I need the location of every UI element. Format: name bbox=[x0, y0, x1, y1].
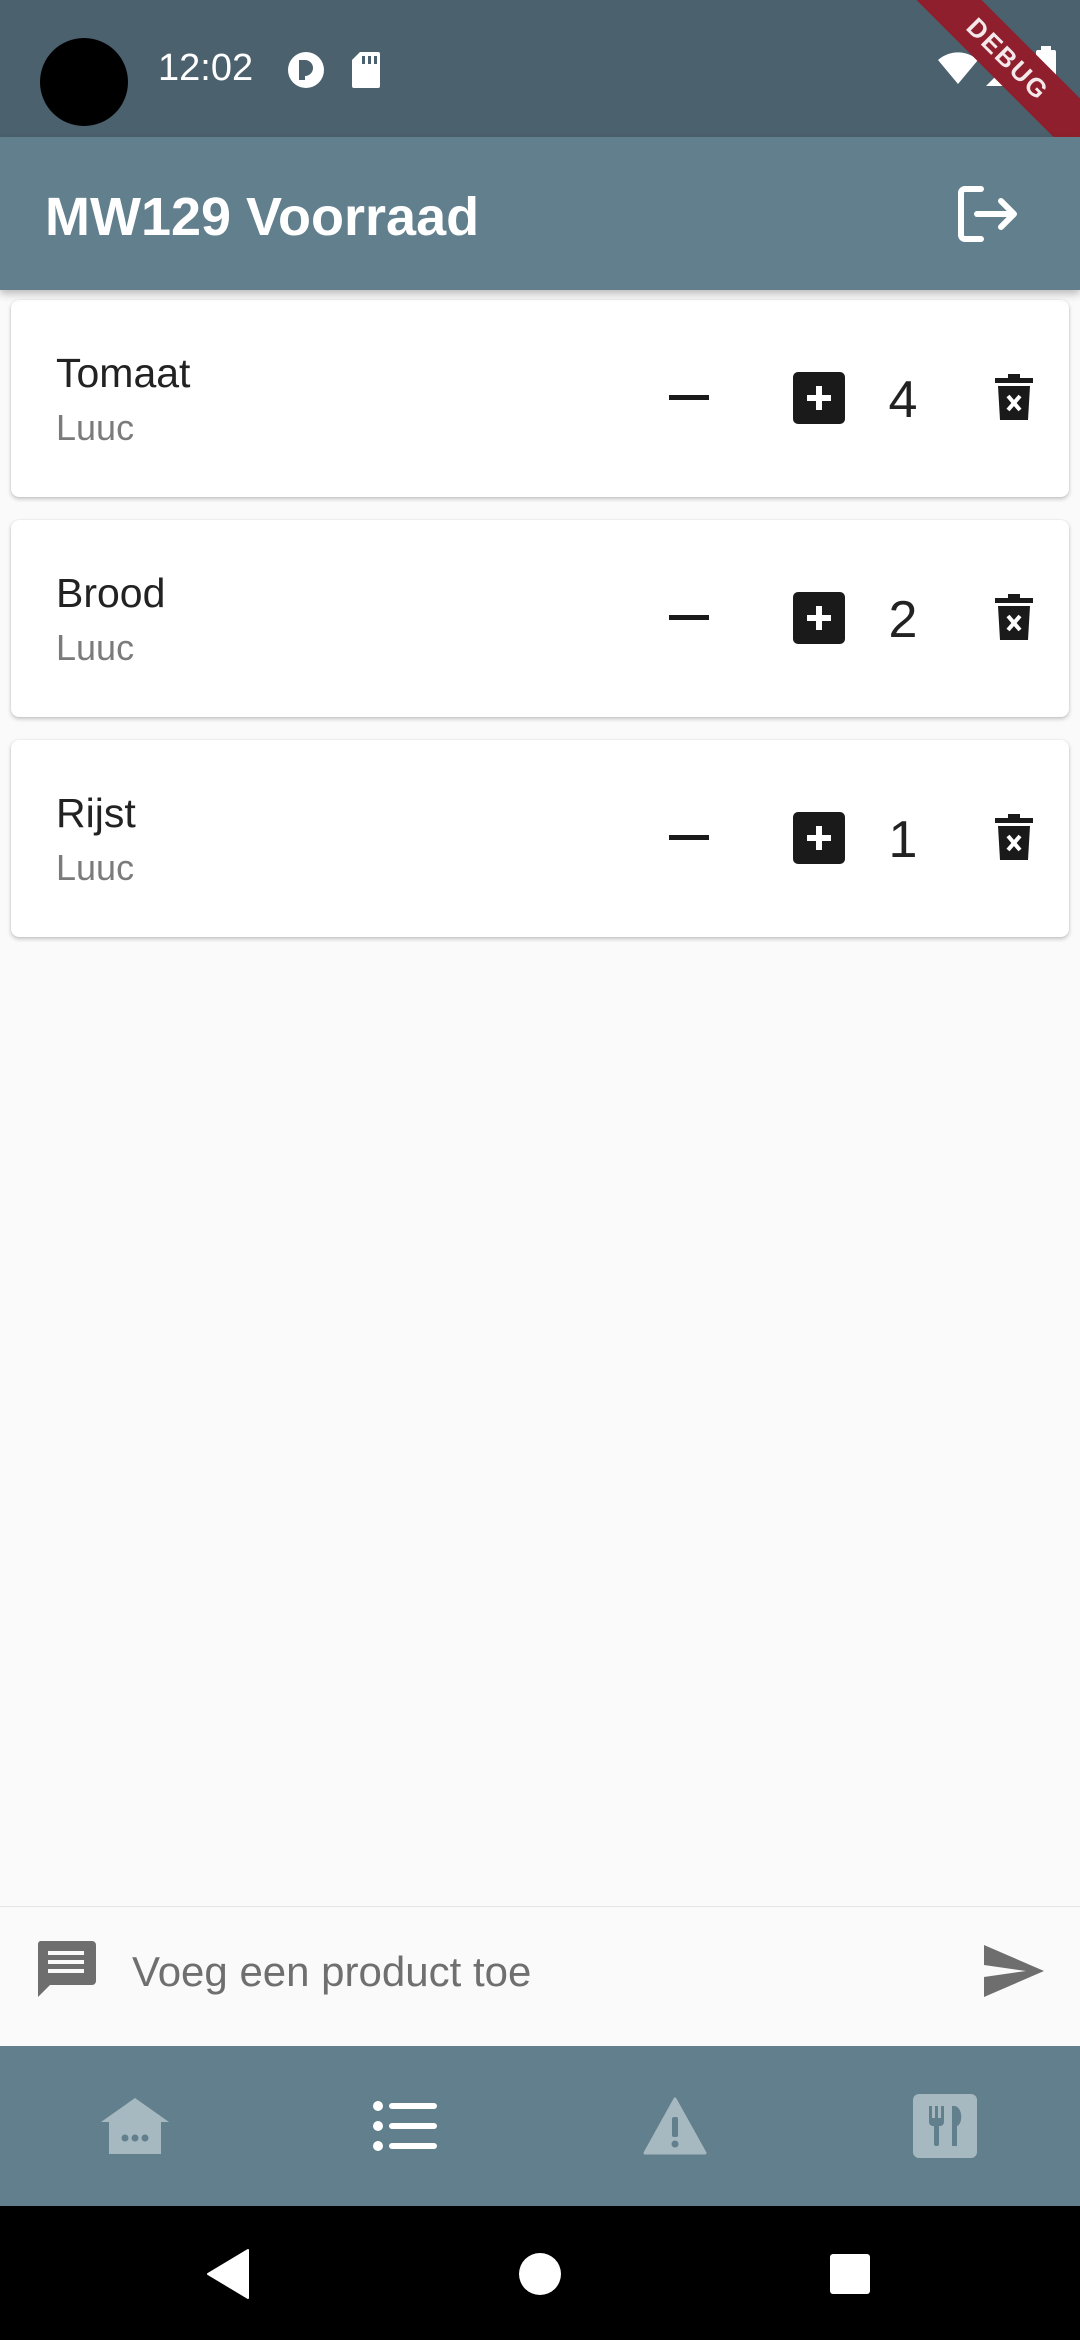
product-owner: Luuc bbox=[56, 627, 135, 668]
restaurant-icon bbox=[913, 2094, 977, 2158]
product-name: Tomaat bbox=[56, 350, 191, 396]
product-name: Brood bbox=[56, 570, 166, 616]
list-icon bbox=[373, 2101, 437, 2151]
product-name: Rijst bbox=[56, 790, 136, 836]
minus-icon bbox=[669, 615, 709, 620]
status-bar: 12:02 DEBUG bbox=[0, 0, 1080, 137]
increment-button[interactable] bbox=[781, 588, 857, 648]
message-icon bbox=[37, 1941, 96, 1997]
bottom-navigation bbox=[0, 2046, 1080, 2206]
delete-button[interactable] bbox=[981, 582, 1047, 654]
delete-button[interactable] bbox=[981, 802, 1047, 874]
minus-icon bbox=[669, 395, 709, 400]
page-title: MW129 Voorraad bbox=[45, 187, 480, 247]
decrement-button[interactable] bbox=[651, 588, 727, 648]
product-owner: Luuc bbox=[56, 847, 135, 888]
send-icon bbox=[984, 1945, 1044, 1997]
add-product-input[interactable] bbox=[132, 1937, 952, 2007]
back-icon bbox=[207, 2249, 249, 2299]
send-button[interactable] bbox=[978, 1935, 1050, 2007]
trash-icon bbox=[995, 594, 1033, 640]
add-product-composer bbox=[0, 1906, 1080, 2046]
logout-icon bbox=[958, 186, 1017, 242]
nav-item-list[interactable] bbox=[270, 2046, 540, 2206]
product-owner: Luuc bbox=[56, 407, 135, 448]
plus-box-icon bbox=[793, 812, 845, 864]
pin-icon bbox=[286, 50, 326, 95]
trash-icon bbox=[995, 814, 1033, 860]
trash-icon bbox=[995, 374, 1033, 420]
decrement-button[interactable] bbox=[651, 368, 727, 428]
system-navigation-bar bbox=[0, 2206, 1080, 2340]
plus-box-icon bbox=[793, 372, 845, 424]
system-recents-button[interactable] bbox=[818, 2242, 882, 2306]
logout-button[interactable] bbox=[950, 175, 1028, 253]
decrement-button[interactable] bbox=[651, 808, 727, 868]
house-icon bbox=[101, 2098, 169, 2154]
nav-item-warnings[interactable] bbox=[540, 2046, 810, 2206]
warning-icon bbox=[643, 2097, 707, 2155]
list-item: Tomaat Luuc 4 bbox=[11, 300, 1069, 497]
plus-box-icon bbox=[793, 592, 845, 644]
list-item: Brood Luuc 2 bbox=[11, 520, 1069, 717]
quantity-value: 2 bbox=[888, 591, 918, 649]
system-back-button[interactable] bbox=[198, 2242, 262, 2306]
increment-button[interactable] bbox=[781, 808, 857, 868]
quantity-value: 4 bbox=[888, 371, 918, 429]
list-item: Rijst Luuc 1 bbox=[11, 740, 1069, 937]
nav-item-meals[interactable] bbox=[810, 2046, 1080, 2206]
quantity-value: 1 bbox=[888, 811, 918, 869]
app-bar: MW129 Voorraad bbox=[0, 137, 1080, 290]
status-time: 12:02 bbox=[158, 47, 254, 89]
increment-button[interactable] bbox=[781, 368, 857, 428]
nav-item-home[interactable] bbox=[0, 2046, 270, 2206]
camera-cutout bbox=[40, 38, 128, 126]
recents-icon bbox=[830, 2254, 870, 2294]
system-home-button[interactable] bbox=[508, 2242, 572, 2306]
home-icon bbox=[519, 2253, 561, 2295]
minus-icon bbox=[669, 835, 709, 840]
delete-button[interactable] bbox=[981, 362, 1047, 434]
sd-card-icon bbox=[350, 50, 382, 95]
